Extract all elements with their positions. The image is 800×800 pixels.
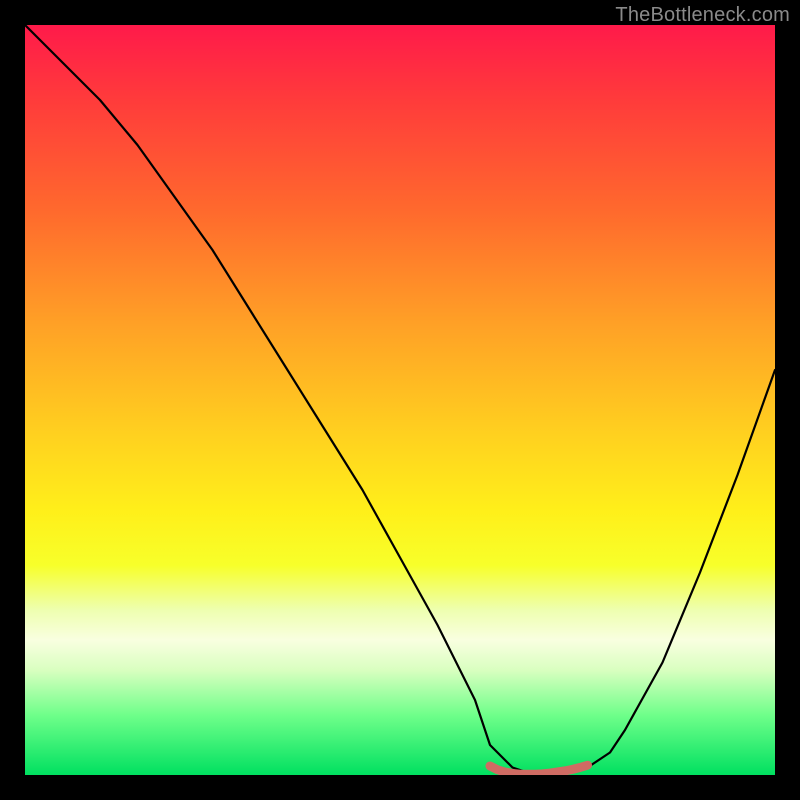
watermark-text: TheBottleneck.com bbox=[615, 4, 790, 27]
curve-layer bbox=[25, 25, 775, 775]
sweet-spot-marker bbox=[490, 765, 588, 774]
bottleneck-curve bbox=[25, 25, 775, 775]
chart-stage: TheBottleneck.com bbox=[0, 0, 800, 800]
plot-area bbox=[25, 25, 775, 775]
